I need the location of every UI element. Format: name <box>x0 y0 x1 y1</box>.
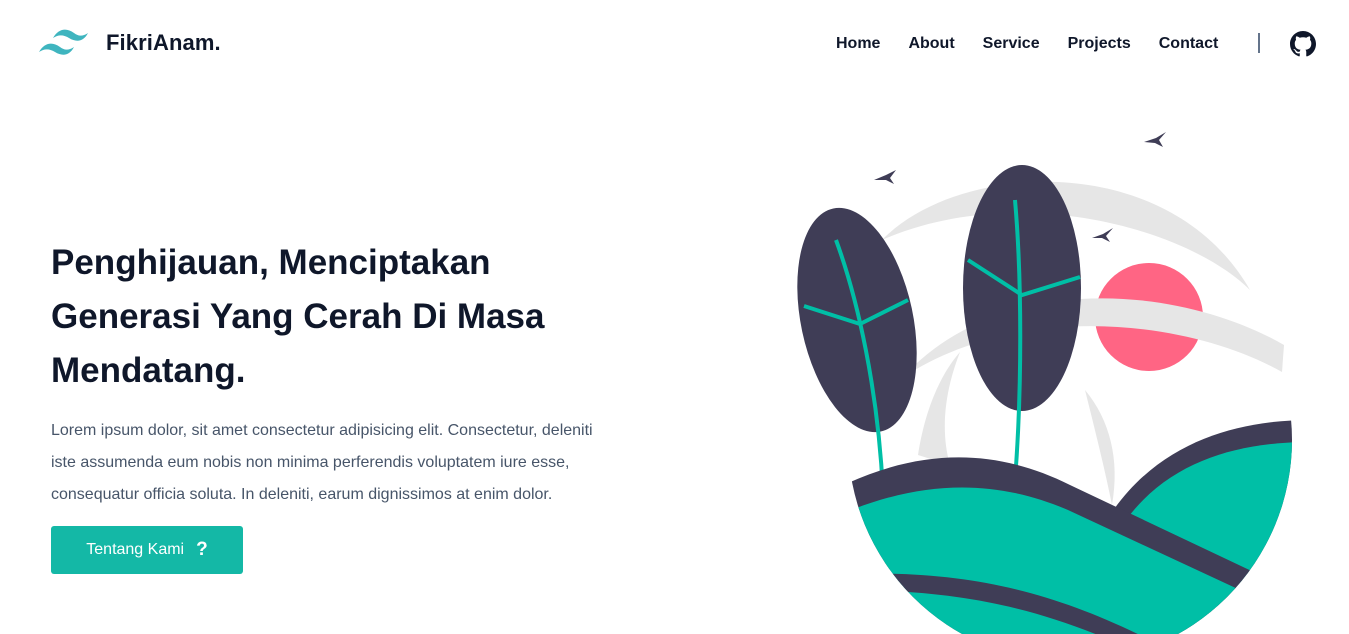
brand-link[interactable]: FikriAnam. <box>38 25 221 61</box>
nav-link-contact[interactable]: Contact <box>1159 34 1219 54</box>
hero-description: Lorem ipsum dolor, sit amet consectetur … <box>51 415 651 511</box>
github-icon <box>1290 31 1316 57</box>
nav-link-service[interactable]: Service <box>983 34 1040 54</box>
nav-link-projects[interactable]: Projects <box>1068 34 1131 54</box>
right-leaf <box>963 165 1081 411</box>
hero-description-line: Lorem ipsum dolor, sit amet consectetur … <box>51 422 593 439</box>
hero-title: Penghijauan, Menciptakan Generasi Yang C… <box>51 236 651 398</box>
hero-title-line: Generasi Yang Cerah Di Masa <box>51 297 545 336</box>
grass-blade <box>1085 390 1115 505</box>
github-link[interactable] <box>1290 31 1316 57</box>
bird-icon <box>1092 228 1113 242</box>
hero-description-line: iste assumenda eum nobis non minima perf… <box>51 454 570 471</box>
bird-icon <box>874 170 896 184</box>
tailwind-wave-logo-icon <box>39 29 88 55</box>
nav-link-about[interactable]: About <box>908 34 954 54</box>
cta-label: Tentang Kami <box>86 541 185 558</box>
hero-description-line: consequatur officia soluta. In deleniti,… <box>51 486 553 503</box>
tentang-kami-button[interactable]: Tentang Kami ? <box>51 526 243 574</box>
navbar: FikriAnam. Home About Service Projects C… <box>0 0 1349 88</box>
hero-title-line: Mendatang. <box>51 351 246 390</box>
grey-swoosh <box>902 298 1284 378</box>
left-leaf <box>797 207 917 433</box>
main-nav: Home About Service Projects Contact <box>836 34 1246 54</box>
nature-illustration <box>790 120 1300 634</box>
nav-link-home[interactable]: Home <box>836 34 880 54</box>
question-mark-icon: ? <box>196 539 208 560</box>
hero-title-line: Penghijauan, Menciptakan <box>51 243 491 282</box>
nature-illustration-svg <box>797 132 1292 634</box>
bird-icon <box>1144 132 1166 147</box>
grass-blade <box>918 352 960 465</box>
nav-divider <box>1258 33 1260 53</box>
brand-name: FikriAnam. <box>106 30 221 55</box>
